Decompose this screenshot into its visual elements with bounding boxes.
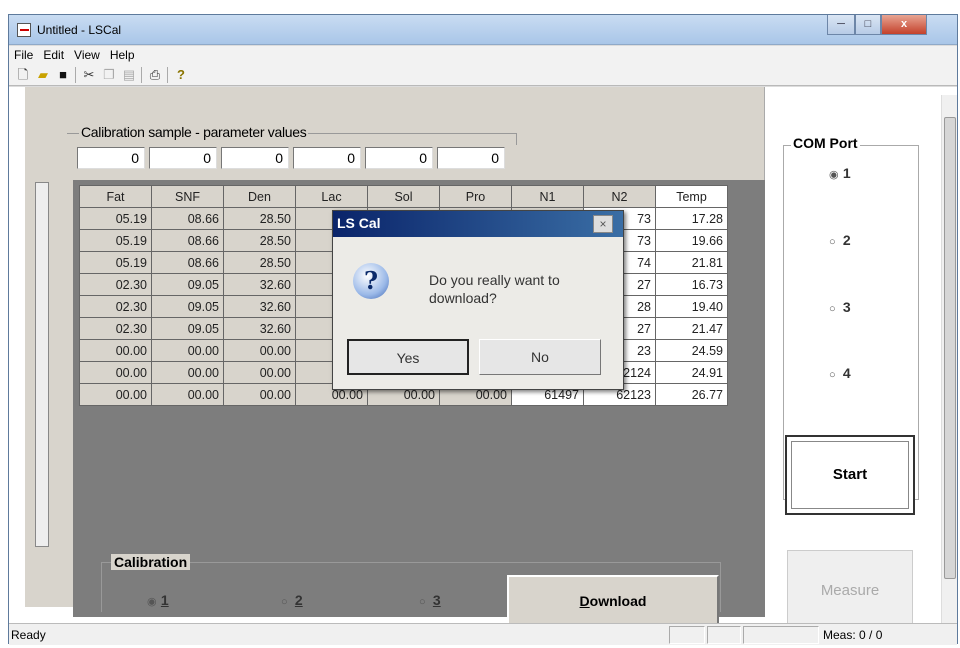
dialog-title: LS Cal <box>337 215 381 231</box>
table-cell[interactable]: 02.30 <box>79 295 152 318</box>
col-header[interactable]: N1 <box>511 185 584 208</box>
help-icon[interactable]: ? <box>173 67 189 83</box>
table-cell[interactable]: 00.00 <box>79 383 152 406</box>
side-bar-frame <box>35 182 49 547</box>
table-cell[interactable]: 24.59 <box>655 339 728 362</box>
table-cell[interactable]: 21.81 <box>655 251 728 274</box>
scroll-thumb[interactable] <box>944 117 956 579</box>
measure-button[interactable]: Measure <box>787 550 913 632</box>
print-icon[interactable]: ⎙ <box>147 67 163 83</box>
calibration-radio-1[interactable]: ◉ 1 <box>147 592 169 608</box>
table-cell[interactable]: 17.28 <box>655 207 728 230</box>
table-cell[interactable]: 21.47 <box>655 317 728 340</box>
dialog-close-button[interactable]: × <box>593 215 613 233</box>
com-radio-4[interactable]: ○ 4 <box>829 365 851 381</box>
col-header[interactable]: N2 <box>583 185 656 208</box>
table-cell[interactable]: 00.00 <box>151 339 224 362</box>
menu-bar: File Edit View Help <box>9 46 957 64</box>
table-cell[interactable]: 32.60 <box>223 317 296 340</box>
table-cell[interactable]: 32.60 <box>223 273 296 296</box>
calibration-sample-title: Calibration sample - parameter values <box>79 124 309 140</box>
table-cell[interactable]: 16.73 <box>655 273 728 296</box>
table-cell[interactable]: 00.00 <box>223 383 296 406</box>
window-title: Untitled - LSCal <box>37 23 122 37</box>
param-input-6[interactable] <box>437 147 505 169</box>
table-cell[interactable]: 28.50 <box>223 207 296 230</box>
paste-icon[interactable]: ▤ <box>121 67 137 83</box>
table-cell[interactable]: 19.66 <box>655 229 728 252</box>
start-button[interactable]: Start <box>785 435 915 515</box>
menu-edit[interactable]: Edit <box>38 46 69 64</box>
table-cell[interactable]: 09.05 <box>151 295 224 318</box>
table-cell[interactable]: 24.91 <box>655 361 728 384</box>
table-cell[interactable]: 02.30 <box>79 273 152 296</box>
download-button[interactable]: Download <box>507 575 719 627</box>
param-input-1[interactable] <box>77 147 145 169</box>
save-icon[interactable]: ■ <box>55 67 71 83</box>
no-button[interactable]: No <box>479 339 601 375</box>
col-header[interactable]: Pro <box>439 185 512 208</box>
table-cell[interactable]: 26.77 <box>655 383 728 406</box>
table-cell[interactable]: 00.00 <box>79 361 152 384</box>
menu-view[interactable]: View <box>69 46 105 64</box>
yes-button[interactable]: Yes <box>347 339 469 375</box>
dialog-message: Do you really want to download? <box>429 272 560 306</box>
table-cell[interactable]: 08.66 <box>151 251 224 274</box>
calibration-title: Calibration <box>111 554 191 570</box>
param-input-3[interactable] <box>221 147 289 169</box>
copy-icon[interactable]: ❐ <box>101 67 117 83</box>
vertical-scrollbar[interactable] <box>941 95 957 623</box>
table-cell[interactable]: 00.00 <box>223 361 296 384</box>
table-cell[interactable]: 08.66 <box>151 207 224 230</box>
calibration-radio-3[interactable]: ○ 3 <box>419 592 441 608</box>
col-header[interactable]: Lac <box>295 185 368 208</box>
table-cell[interactable]: 32.60 <box>223 295 296 318</box>
table-cell[interactable]: 00.00 <box>223 339 296 362</box>
col-header[interactable]: Den <box>223 185 296 208</box>
table-cell[interactable]: 00.00 <box>151 361 224 384</box>
app-icon <box>17 23 31 37</box>
table-cell[interactable]: 00.00 <box>151 383 224 406</box>
table-cell[interactable]: 02.30 <box>79 317 152 340</box>
right-panel: COM Port ◉ 1 ○ 2 ○ 3 ○ 4 Start Measure <box>769 87 939 632</box>
table-cell[interactable]: 09.05 <box>151 273 224 296</box>
toolbar: 🗋 ▰ ■ ✂ ❐ ▤ ⎙ ? <box>9 64 957 86</box>
table-cell[interactable]: 00.00 <box>79 339 152 362</box>
com-radio-1[interactable]: ◉ 1 <box>829 165 851 181</box>
menu-file[interactable]: File <box>9 46 38 64</box>
com-radio-3[interactable]: ○ 3 <box>829 299 851 315</box>
col-header[interactable]: SNF <box>151 185 224 208</box>
table-cell[interactable]: 08.66 <box>151 229 224 252</box>
cut-icon[interactable]: ✂ <box>81 67 97 83</box>
param-input-5[interactable] <box>365 147 433 169</box>
question-icon: ? <box>353 263 389 299</box>
maximize-button[interactable]: □ <box>855 15 881 35</box>
minimize-button[interactable]: ─ <box>827 15 855 35</box>
close-button[interactable]: x <box>881 15 927 35</box>
col-header[interactable]: Fat <box>79 185 152 208</box>
col-header[interactable]: Temp <box>655 185 728 208</box>
dialog-title-bar: LS Cal × <box>333 211 623 237</box>
confirm-dialog: LS Cal × ? Do you really want to downloa… <box>332 210 624 390</box>
menu-help[interactable]: Help <box>105 46 140 64</box>
status-meas: Meas: 0 / 0 <box>823 628 883 642</box>
table-cell[interactable]: 28.50 <box>223 251 296 274</box>
table-cell[interactable]: 05.19 <box>79 251 152 274</box>
new-icon[interactable]: 🗋 <box>15 67 31 83</box>
table-cell[interactable]: 19.40 <box>655 295 728 318</box>
com-radio-2[interactable]: ○ 2 <box>829 232 851 248</box>
com-port-title: COM Port <box>791 135 860 151</box>
table-cell[interactable]: 09.05 <box>151 317 224 340</box>
title-bar: Untitled - LSCal ─ □ x <box>9 15 957 45</box>
table-cell[interactable]: 28.50 <box>223 229 296 252</box>
table-cell[interactable]: 05.19 <box>79 207 152 230</box>
col-header[interactable]: Sol <box>367 185 440 208</box>
table-cell[interactable]: 05.19 <box>79 229 152 252</box>
status-bar: Ready Meas: 0 / 0 <box>9 623 957 645</box>
status-text: Ready <box>11 628 46 642</box>
calibration-radio-2[interactable]: ○ 2 <box>281 592 303 608</box>
open-icon[interactable]: ▰ <box>35 67 51 83</box>
param-input-4[interactable] <box>293 147 361 169</box>
param-input-2[interactable] <box>149 147 217 169</box>
